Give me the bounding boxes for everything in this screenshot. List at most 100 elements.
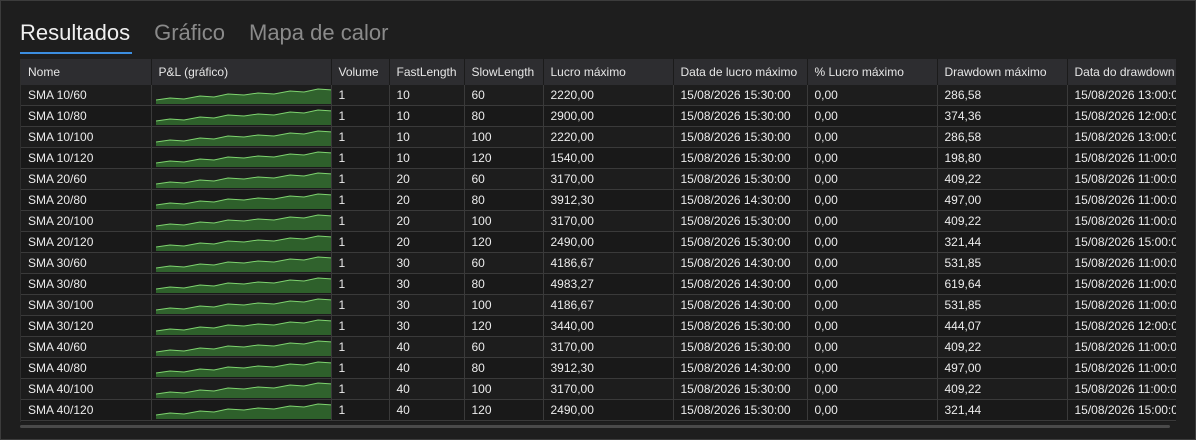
table-row[interactable]: SMA 40/100 1 40 100 3170,00 15/08/2026 15:30:… — [21, 378, 1177, 400]
cell-data-drawdown: 15/08/2026 11:00:00 — [1067, 252, 1177, 274]
vertical-scrollbar[interactable] — [1176, 59, 1194, 422]
cell-volume: 1 — [331, 105, 390, 127]
cell-drawdown-maximo: 409,22 — [937, 378, 1068, 400]
cell-pct-lucro-maximo: 0,00 — [807, 189, 938, 211]
table-row[interactable]: SMA 10/60 1 10 60 2220,00 15/08/2026 15:30:00… — [21, 85, 1177, 106]
pl-sparkline — [155, 277, 330, 293]
cell-lucro-maximo: 3912,30 — [543, 357, 674, 379]
cell-drawdown-maximo: 286,58 — [937, 126, 1068, 148]
cell-lucro-maximo: 3170,00 — [543, 378, 674, 400]
table-row[interactable]: SMA 20/120 1 20 120 2490,00 15/08/2026 15:30:… — [21, 231, 1177, 253]
table-row[interactable]: SMA 30/80 1 30 80 4983,27 15/08/2026 14:30:00… — [21, 273, 1177, 295]
cell-nome: SMA 20/80 — [21, 189, 152, 211]
cell-fastlength: 40 — [389, 336, 465, 358]
col-header-data-lucro-maximo[interactable]: Data de lucro máximo — [673, 59, 808, 85]
col-header-drawdown-maximo[interactable]: Drawdown máximo — [937, 59, 1068, 85]
cell-slowlength: 80 — [464, 105, 544, 127]
table-row[interactable]: SMA 30/100 1 30 100 4186,67 15/08/2026 14:30:… — [21, 294, 1177, 316]
cell-lucro-maximo: 2220,00 — [543, 85, 674, 106]
cell-data-drawdown: 15/08/2026 11:00:00 — [1067, 294, 1177, 316]
cell-pct-lucro-maximo: 0,00 — [807, 210, 938, 232]
horizontal-scroll-thumb[interactable] — [20, 425, 1170, 428]
cell-data-lucro-maximo: 15/08/2026 14:30:00 — [673, 273, 808, 295]
col-header-nome[interactable]: Nome — [21, 59, 152, 85]
table-row[interactable]: SMA 40/80 1 40 80 3912,30 15/08/2026 14:30:00… — [21, 357, 1177, 379]
cell-data-drawdown: 15/08/2026 11:00:00 — [1067, 189, 1177, 211]
cell-slowlength: 60 — [464, 85, 544, 106]
table-row[interactable]: SMA 40/120 1 40 120 2490,00 15/08/2026 15:30:… — [21, 399, 1177, 421]
cell-pct-lucro-maximo: 0,00 — [807, 378, 938, 400]
pl-sparkline — [155, 361, 330, 377]
cell-nome: SMA 40/120 — [21, 399, 152, 421]
table-row[interactable]: SMA 20/80 1 20 80 3912,30 15/08/2026 14:30:00… — [21, 189, 1177, 211]
cell-fastlength: 30 — [389, 252, 465, 274]
col-header-volume[interactable]: Volume — [331, 59, 390, 85]
cell-volume: 1 — [331, 273, 390, 295]
cell-data-lucro-maximo: 15/08/2026 15:30:00 — [673, 126, 808, 148]
cell-slowlength: 120 — [464, 147, 544, 169]
col-header-lucro-maximo[interactable]: Lucro máximo — [543, 59, 674, 85]
cell-drawdown-maximo: 497,00 — [937, 357, 1068, 379]
table-row[interactable]: SMA 10/120 1 10 120 1540,00 15/08/2026 15:30:… — [21, 147, 1177, 169]
pl-sparkline — [155, 382, 330, 398]
col-header-pct-lucro-maximo[interactable]: % Lucro máximo — [807, 59, 938, 85]
cell-nome: SMA 40/100 — [21, 378, 152, 400]
cell-nome: SMA 20/120 — [21, 231, 152, 253]
cell-pct-lucro-maximo: 0,00 — [807, 126, 938, 148]
cell-volume: 1 — [331, 147, 390, 169]
table-row[interactable]: SMA 30/120 1 30 120 3440,00 15/08/2026 15:30:… — [21, 315, 1177, 337]
cell-data-lucro-maximo: 15/08/2026 15:30:00 — [673, 336, 808, 358]
cell-nome: SMA 10/120 — [21, 147, 152, 169]
cell-pl-sparkline — [151, 378, 332, 400]
table-row[interactable]: SMA 10/100 1 10 100 2220,00 15/08/2026 15:30:… — [21, 126, 1177, 148]
cell-lucro-maximo: 2900,00 — [543, 105, 674, 127]
cell-nome: SMA 30/80 — [21, 273, 152, 295]
table-row[interactable]: SMA 10/80 1 10 80 2900,00 15/08/2026 15:30:00… — [21, 105, 1177, 127]
cell-pct-lucro-maximo: 0,00 — [807, 105, 938, 127]
cell-pct-lucro-maximo: 0,00 — [807, 273, 938, 295]
cell-slowlength: 60 — [464, 336, 544, 358]
cell-data-drawdown: 15/08/2026 12:00:00 — [1067, 105, 1177, 127]
cell-data-lucro-maximo: 15/08/2026 15:30:00 — [673, 399, 808, 421]
cell-drawdown-maximo: 286,58 — [937, 85, 1068, 106]
cell-fastlength: 40 — [389, 399, 465, 421]
pl-sparkline — [155, 109, 330, 125]
cell-slowlength: 80 — [464, 357, 544, 379]
pl-sparkline — [155, 298, 330, 314]
cell-data-lucro-maximo: 15/08/2026 15:30:00 — [673, 231, 808, 253]
tab-resultados[interactable]: Resultados — [20, 18, 133, 54]
cell-data-lucro-maximo: 15/08/2026 15:30:00 — [673, 85, 808, 106]
col-header-slowlength[interactable]: SlowLength — [464, 59, 544, 85]
cell-data-drawdown: 15/08/2026 11:00:00 — [1067, 273, 1177, 295]
cell-slowlength: 120 — [464, 399, 544, 421]
cell-data-lucro-maximo: 15/08/2026 14:30:00 — [673, 189, 808, 211]
cell-fastlength: 30 — [389, 315, 465, 337]
cell-pct-lucro-maximo: 0,00 — [807, 294, 938, 316]
table-row[interactable]: SMA 30/60 1 30 60 4186,67 15/08/2026 14:30:00… — [21, 252, 1177, 274]
cell-drawdown-maximo: 409,22 — [937, 168, 1068, 190]
table-row[interactable]: SMA 20/60 1 20 60 3170,00 15/08/2026 15:30:00… — [21, 168, 1177, 190]
cell-nome: SMA 10/80 — [21, 105, 152, 127]
cell-pct-lucro-maximo: 0,00 — [807, 168, 938, 190]
table-row[interactable]: SMA 40/60 1 40 60 3170,00 15/08/2026 15:30:00… — [21, 336, 1177, 358]
cell-pl-sparkline — [151, 126, 332, 148]
tab-mapa-de-calor[interactable]: Mapa de calor — [249, 18, 388, 54]
cell-pct-lucro-maximo: 0,00 — [807, 399, 938, 421]
cell-lucro-maximo: 4983,27 — [543, 273, 674, 295]
cell-fastlength: 10 — [389, 126, 465, 148]
cell-slowlength: 120 — [464, 315, 544, 337]
cell-drawdown-maximo: 198,80 — [937, 147, 1068, 169]
col-header-fastlength[interactable]: FastLength — [389, 59, 465, 85]
pl-sparkline — [155, 319, 330, 335]
col-header-pl-grafico[interactable]: P&L (gráfico) — [151, 59, 332, 85]
horizontal-scrollbar[interactable] — [20, 422, 1176, 436]
cell-lucro-maximo: 4186,67 — [543, 252, 674, 274]
cell-volume: 1 — [331, 210, 390, 232]
cell-pct-lucro-maximo: 0,00 — [807, 357, 938, 379]
tab-bar: Resultados Gráfico Mapa de calor — [20, 18, 412, 54]
col-header-data-drawdown[interactable]: Data do drawdown — [1067, 59, 1177, 85]
cell-pl-sparkline — [151, 168, 332, 190]
table-row[interactable]: SMA 20/100 1 20 100 3170,00 15/08/2026 15:30:… — [21, 210, 1177, 232]
cell-slowlength: 60 — [464, 252, 544, 274]
tab-grafico[interactable]: Gráfico — [154, 18, 225, 54]
